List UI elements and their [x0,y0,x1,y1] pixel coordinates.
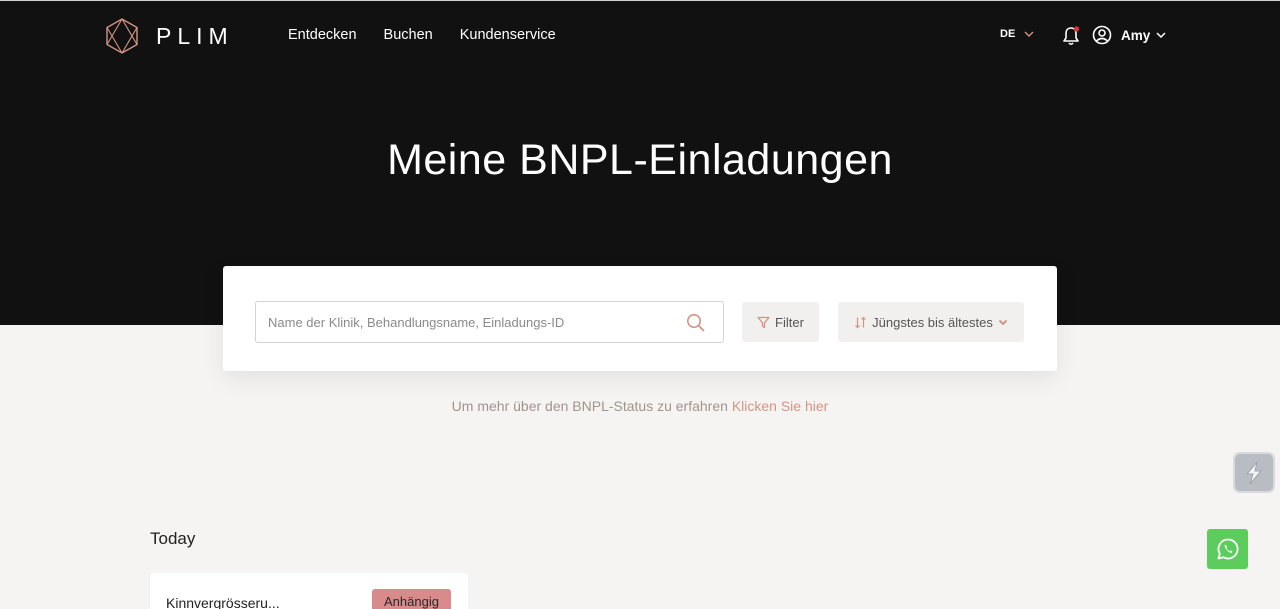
filter-button[interactable]: Filter [742,302,819,342]
hexagon-logo-icon [106,18,138,54]
plim-logo[interactable]: PLIM [105,18,234,54]
sort-label: Jüngstes bis ältestes [872,314,993,330]
user-menu[interactable]: Amy [1092,25,1166,45]
info-text: Um mehr über den BNPL-Status zu erfahren [451,398,728,414]
section-title-today: Today [150,529,196,548]
floating-app-widget[interactable] [1233,452,1275,493]
user-name: Amy [1121,27,1151,43]
whatsapp-button[interactable] [1207,529,1248,569]
invitation-card[interactable]: Kinnvergrösseru... Anhängig [150,573,468,609]
sort-dropdown[interactable]: Jüngstes bis ältestes [838,302,1024,342]
search-card: Filter Jüngstes bis ältestes [223,266,1057,371]
search-input[interactable] [256,302,676,342]
chevron-down-icon [1024,31,1034,37]
filter-label: Filter [775,314,804,330]
filter-icon [757,316,770,328]
logo-text: PLIM [156,22,234,49]
caret-down-icon [998,319,1008,325]
status-badge: Anhängig [372,589,451,609]
main-nav: Entdecken Buchen Kundenservice [288,27,556,43]
chevron-down-icon [1156,32,1166,38]
language-code: DE [1000,28,1016,40]
click-here-link[interactable]: Klicken Sie hier [732,398,829,414]
whatsapp-icon [1217,538,1238,560]
language-selector[interactable]: DE [1000,28,1034,40]
page-title: Meine BNPL-Einladungen [387,136,893,184]
sort-arrows-icon [855,316,867,328]
search-box [255,301,724,343]
bell-icon [1063,26,1080,46]
notifications-button[interactable] [1060,25,1082,52]
bnpl-status-info: Um mehr über den BNPL-Status zu erfahren… [0,398,1280,414]
nav-item-kundenservice[interactable]: Kundenservice [460,27,556,43]
nav-item-buchen[interactable]: Buchen [384,27,433,43]
user-avatar-icon [1092,25,1112,45]
nav-item-entdecken[interactable]: Entdecken [288,27,357,43]
search-icon[interactable] [686,313,705,332]
invitation-title: Kinnvergrösseru... [166,595,280,609]
app-logo-icon [1245,461,1263,484]
